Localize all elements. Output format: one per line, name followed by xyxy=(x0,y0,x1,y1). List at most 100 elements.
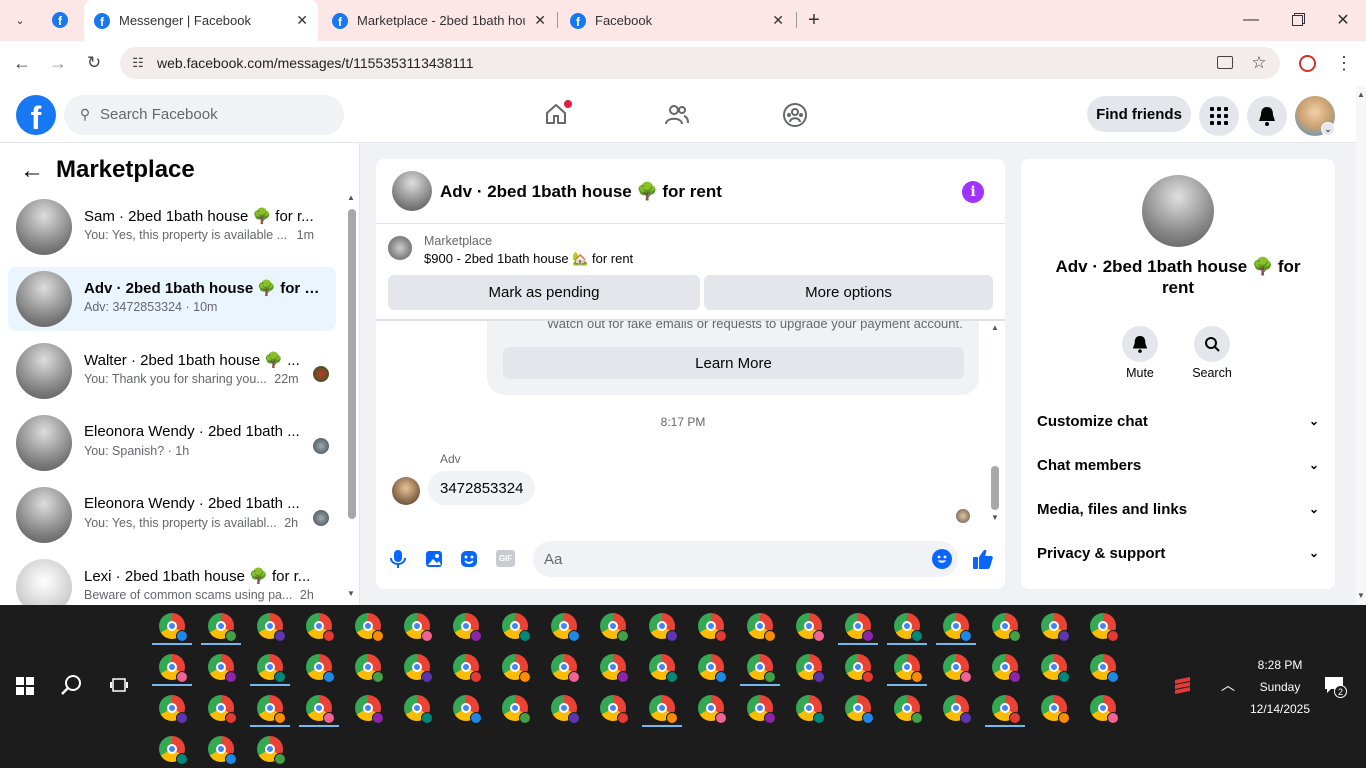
chrome-window-icon[interactable] xyxy=(894,613,923,642)
url-text[interactable]: web.facebook.com/messages/t/115535311343… xyxy=(157,55,474,71)
chrome-window-icon[interactable] xyxy=(208,613,237,642)
menu-grid-icon[interactable] xyxy=(1199,96,1239,136)
account-avatar[interactable]: ⌄ xyxy=(1295,96,1335,136)
chat-header-avatar[interactable] xyxy=(392,171,432,211)
chrome-window-icon[interactable] xyxy=(894,654,923,683)
chrome-window-icon[interactable] xyxy=(600,654,629,683)
chrome-window-icon[interactable] xyxy=(796,613,825,642)
media-files-links-section[interactable]: Media, files and links ⌄ xyxy=(1037,487,1319,531)
reload-icon[interactable]: ↻ xyxy=(82,51,106,75)
tab-search-icon[interactable]: ⌄ xyxy=(8,8,32,32)
emoji-icon[interactable] xyxy=(932,549,952,569)
tab-messenger[interactable]: f Messenger | Facebook ✕ xyxy=(84,0,318,41)
chrome-window-icon[interactable] xyxy=(1041,654,1070,683)
chrome-window-icon[interactable] xyxy=(649,613,678,642)
chrome-window-icon[interactable] xyxy=(453,654,482,683)
chrome-window-icon[interactable] xyxy=(257,736,286,765)
close-tab-icon[interactable]: ✕ xyxy=(534,12,546,29)
chrome-window-icon[interactable] xyxy=(845,695,874,724)
scroll-thumb[interactable] xyxy=(348,209,356,519)
close-window-icon[interactable]: ✕ xyxy=(1320,0,1366,40)
restore-icon[interactable] xyxy=(1274,0,1320,40)
scroll-up-arrow[interactable]: ▲ xyxy=(991,323,999,332)
close-tab-icon[interactable]: ✕ xyxy=(772,12,784,29)
privacy-support-section[interactable]: Privacy & support ⌄ xyxy=(1037,531,1319,575)
task-view-icon[interactable] xyxy=(110,676,130,694)
profile-icon[interactable] xyxy=(1299,55,1316,72)
home-nav-icon[interactable] xyxy=(544,100,572,126)
conversation-item[interactable]: Eleonora Wendy · 2bed 1bath ... You: Yes… xyxy=(8,483,336,547)
chrome-window-icon[interactable] xyxy=(208,736,237,765)
chrome-window-icon[interactable] xyxy=(551,695,580,724)
chrome-window-icon[interactable] xyxy=(649,695,678,724)
chrome-window-icon[interactable] xyxy=(943,613,972,642)
scroll-thumb[interactable] xyxy=(991,466,999,510)
chrome-window-icon[interactable] xyxy=(1041,695,1070,724)
friends-nav-icon[interactable] xyxy=(664,102,690,128)
conversation-item[interactable]: Eleonora Wendy · 2bed 1bath ... You: Spa… xyxy=(8,411,336,475)
taskbar-search-icon[interactable] xyxy=(61,674,83,696)
chrome-window-icon[interactable] xyxy=(257,654,286,683)
mark-as-pending-button[interactable]: Mark as pending xyxy=(388,275,700,310)
show-hidden-icons-chevron[interactable]: ︿ xyxy=(1218,675,1238,695)
chrome-menu-icon[interactable]: ⋮ xyxy=(1334,51,1354,75)
chrome-window-icon[interactable] xyxy=(796,654,825,683)
chrome-window-icon[interactable] xyxy=(747,654,776,683)
chrome-window-icon[interactable] xyxy=(600,695,629,724)
new-tab-icon[interactable]: + xyxy=(802,8,826,32)
chrome-window-icon[interactable] xyxy=(257,695,286,724)
message-bubble[interactable]: 3472853324 xyxy=(428,471,536,505)
minimize-icon[interactable]: — xyxy=(1228,0,1274,40)
chrome-window-icon[interactable] xyxy=(698,654,727,683)
chrome-window-icon[interactable] xyxy=(159,695,188,724)
microphone-icon[interactable] xyxy=(389,549,407,569)
scroll-up-arrow[interactable]: ▲ xyxy=(347,193,355,202)
chrome-window-icon[interactable] xyxy=(992,695,1021,724)
chrome-window-icon[interactable] xyxy=(404,613,433,642)
learn-more-button[interactable]: Learn More xyxy=(503,347,964,379)
scroll-down-arrow[interactable]: ▼ xyxy=(347,589,355,598)
install-app-icon[interactable] xyxy=(1217,56,1233,69)
omnibox[interactable]: ☷ web.facebook.com/messages/t/1155353113… xyxy=(120,47,1280,79)
forward-icon[interactable]: → xyxy=(46,51,70,75)
back-icon[interactable]: ← xyxy=(10,51,34,75)
chrome-window-icon[interactable] xyxy=(453,695,482,724)
chrome-window-icon[interactable] xyxy=(551,613,580,642)
chrome-window-icon[interactable] xyxy=(992,613,1021,642)
photo-icon[interactable] xyxy=(425,550,443,568)
listing-title[interactable]: $900 - 2bed 1bath house 🏡 for rent xyxy=(424,251,633,267)
chrome-window-icon[interactable] xyxy=(698,695,727,724)
close-tab-icon[interactable]: ✕ xyxy=(296,12,308,29)
facebook-search-box[interactable]: ⚲ Search Facebook xyxy=(64,95,344,135)
action-center-icon[interactable]: 2 xyxy=(1324,676,1348,698)
sticker-icon[interactable] xyxy=(460,550,478,568)
sender-avatar[interactable] xyxy=(392,477,420,505)
chrome-window-icon[interactable] xyxy=(404,654,433,683)
chrome-window-icon[interactable] xyxy=(306,695,335,724)
chrome-window-icon[interactable] xyxy=(845,613,874,642)
clock-day[interactable]: Sunday xyxy=(1244,680,1316,694)
sidebar-scrollbar[interactable]: ▲ ▼ xyxy=(346,193,358,603)
chrome-window-icon[interactable] xyxy=(747,695,776,724)
chrome-window-icon[interactable] xyxy=(502,695,531,724)
chrome-window-icon[interactable] xyxy=(796,695,825,724)
conversation-item-selected[interactable]: Adv · 2bed 1bath house 🌳 for r... Adv: 3… xyxy=(8,267,336,331)
gif-icon[interactable]: GIF xyxy=(496,550,515,567)
scroll-down-arrow[interactable]: ▼ xyxy=(991,513,999,522)
bookmark-star-icon[interactable]: ☆ xyxy=(1248,52,1270,74)
chrome-window-icon[interactable] xyxy=(159,613,188,642)
facebook-logo[interactable]: f xyxy=(16,95,56,135)
back-arrow-icon[interactable]: ← xyxy=(18,157,46,185)
windows-start-icon[interactable] xyxy=(16,677,34,695)
chrome-window-icon[interactable] xyxy=(355,654,384,683)
more-options-button[interactable]: More options xyxy=(704,275,993,310)
message-input[interactable]: Aa xyxy=(533,541,958,577)
chrome-window-icon[interactable] xyxy=(502,613,531,642)
chrome-window-icon[interactable] xyxy=(943,695,972,724)
chrome-window-icon[interactable] xyxy=(257,613,286,642)
scroll-down-arrow[interactable]: ▼ xyxy=(1357,591,1365,600)
groups-nav-icon[interactable] xyxy=(782,102,808,128)
site-info-icon[interactable]: ☷ xyxy=(128,53,148,73)
chrome-window-icon[interactable] xyxy=(1090,613,1119,642)
chrome-window-icon[interactable] xyxy=(1090,695,1119,724)
